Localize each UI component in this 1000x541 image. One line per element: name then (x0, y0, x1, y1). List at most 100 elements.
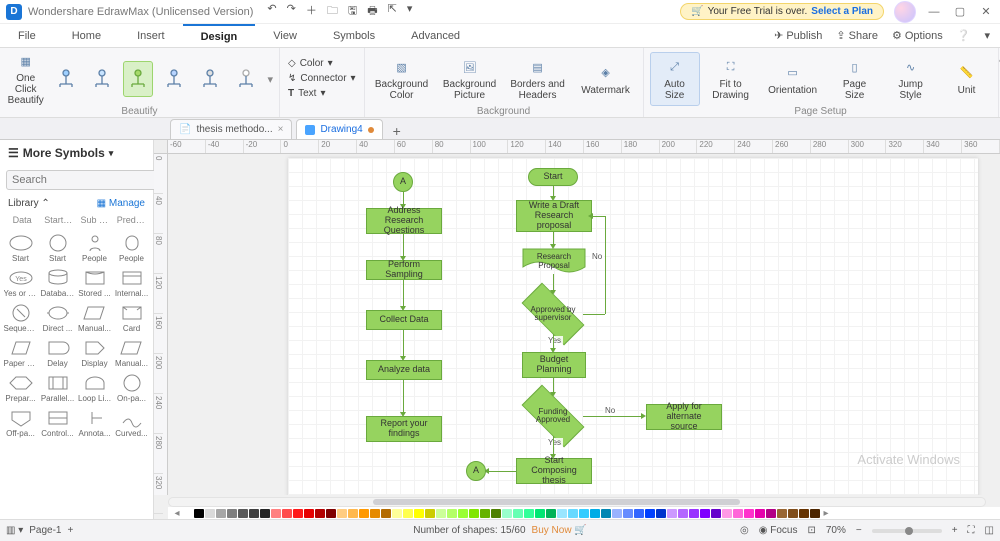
node-proposal-doc[interactable]: Research Proposal (522, 248, 586, 274)
jump-style-button[interactable]: ∿Jump Style (886, 52, 936, 106)
horizontal-scrollbar[interactable] (168, 497, 986, 507)
shape-item[interactable]: Prepar... (2, 371, 39, 406)
paper[interactable]: A Address Research Questions Perform Sam… (288, 158, 978, 495)
theme-style-6[interactable] (231, 61, 261, 97)
color-swatch[interactable] (414, 509, 424, 518)
node-analyze[interactable]: Analyze data (366, 360, 442, 380)
color-swatch[interactable] (722, 509, 732, 518)
color-swatch[interactable] (238, 509, 248, 518)
color-swatch[interactable] (282, 509, 292, 518)
color-swatch[interactable] (315, 509, 325, 518)
shape-item[interactable]: Manual... (76, 301, 113, 336)
cat-predef[interactable]: Predefi... (115, 213, 147, 227)
decision-funding[interactable]: Funding Approved (523, 396, 583, 436)
collapse-ribbon-icon[interactable]: ▾ (984, 29, 990, 42)
connector-a[interactable]: A (393, 172, 413, 192)
bg-picture-button[interactable]: 🖼Background Picture (439, 52, 501, 106)
shape-item[interactable]: Display (76, 336, 113, 371)
color-swatch[interactable] (469, 509, 479, 518)
color-swatch[interactable] (337, 509, 347, 518)
color-swatch[interactable] (590, 509, 600, 518)
theme-style-2[interactable] (87, 61, 117, 97)
tab-thesis[interactable]: 📄 thesis methodo... × (170, 119, 292, 139)
panel-toggle-icon[interactable]: ◫ (985, 525, 994, 536)
color-swatch[interactable] (546, 509, 556, 518)
avatar[interactable] (894, 1, 916, 23)
color-swatch[interactable] (634, 509, 644, 518)
shape-item[interactable]: Stored ... (76, 266, 113, 301)
undo-icon[interactable]: ↶ (267, 2, 276, 21)
color-swatch[interactable] (623, 509, 633, 518)
more-icon[interactable]: ▾ (407, 2, 413, 21)
cat-data[interactable]: Data (6, 213, 38, 227)
tab-drawing4[interactable]: Drawing4 (296, 119, 382, 139)
menu-design[interactable]: Design (183, 24, 256, 47)
color-swatch[interactable] (293, 509, 303, 518)
page-label[interactable]: Page-1 (29, 525, 61, 536)
color-swatch[interactable] (260, 509, 270, 518)
color-swatch[interactable] (271, 509, 281, 518)
bg-color-button[interactable]: ▧Background Color (371, 52, 433, 106)
color-swatch[interactable] (711, 509, 721, 518)
pages-icon[interactable]: ▥ ▾ (6, 525, 23, 536)
minimize-icon[interactable]: — (926, 6, 942, 18)
color-swatch[interactable] (447, 509, 457, 518)
share-button[interactable]: ⇪ Share (836, 29, 878, 42)
connector-dropdown[interactable]: ↯ Connector ▾ (286, 72, 358, 85)
color-swatch[interactable] (227, 509, 237, 518)
color-swatch[interactable] (799, 509, 809, 518)
shape-item[interactable]: Annota... (76, 406, 113, 441)
menu-advanced[interactable]: Advanced (393, 24, 478, 47)
shape-item[interactable]: Database (39, 266, 76, 301)
color-swatch[interactable] (403, 509, 413, 518)
decision-supervisor[interactable]: Approved by supervisor (523, 294, 583, 334)
shape-item[interactable]: Start (2, 231, 39, 266)
close-icon[interactable]: ✕ (978, 5, 994, 18)
color-swatch[interactable] (755, 509, 765, 518)
orientation-button[interactable]: ▭Orientation (762, 52, 824, 106)
palette-prev-icon[interactable]: ◂ (172, 508, 182, 519)
text-dropdown[interactable]: T Text ▾ (286, 87, 358, 100)
cat-start[interactable]: Start or... (42, 213, 74, 227)
color-swatch[interactable] (645, 509, 655, 518)
color-swatch[interactable] (557, 509, 567, 518)
node-collect[interactable]: Collect Data (366, 310, 442, 330)
color-swatch[interactable] (370, 509, 380, 518)
theme-style-4[interactable] (159, 61, 189, 97)
symbols-header[interactable]: ☰ More Symbols ▾ (0, 140, 153, 166)
node-sampling[interactable]: Perform Sampling (366, 260, 442, 280)
color-swatch[interactable] (601, 509, 611, 518)
color-swatch[interactable] (381, 509, 391, 518)
node-draft-proposal[interactable]: Write a Draft Research proposal (516, 200, 592, 232)
color-swatch[interactable] (425, 509, 435, 518)
add-tab-button[interactable]: + (387, 123, 407, 139)
color-swatch[interactable] (348, 509, 358, 518)
theme-more-icon[interactable]: ▾ (267, 73, 273, 86)
theme-style-3[interactable] (123, 61, 153, 97)
shape-item[interactable]: Curved... (113, 406, 150, 441)
fit-icon[interactable]: ⊡ (807, 525, 815, 536)
shape-item[interactable]: Parallel... (39, 371, 76, 406)
color-swatch[interactable] (689, 509, 699, 518)
color-swatch[interactable] (788, 509, 798, 518)
color-swatch[interactable] (480, 509, 490, 518)
color-swatch[interactable] (183, 509, 193, 518)
color-swatch[interactable] (810, 509, 820, 518)
color-swatch[interactable] (733, 509, 743, 518)
options-button[interactable]: ⚙ Options (892, 29, 943, 42)
color-swatch[interactable] (656, 509, 666, 518)
node-start[interactable]: Start (528, 168, 578, 186)
menu-file[interactable]: File (0, 24, 54, 47)
color-swatch[interactable] (436, 509, 446, 518)
color-swatch[interactable] (216, 509, 226, 518)
page-size-button[interactable]: ▯Page Size (830, 52, 880, 106)
shape-item[interactable]: Delay (39, 336, 76, 371)
maximize-icon[interactable]: ▢ (952, 5, 968, 18)
library-label[interactable]: Library ⌃ (8, 198, 50, 209)
color-swatch[interactable] (667, 509, 677, 518)
shape-item[interactable]: Direct ... (39, 301, 76, 336)
shape-item[interactable]: Card (113, 301, 150, 336)
shape-item[interactable]: Sequen... (2, 301, 39, 336)
color-swatch[interactable] (568, 509, 578, 518)
shape-item[interactable]: People (76, 231, 113, 266)
